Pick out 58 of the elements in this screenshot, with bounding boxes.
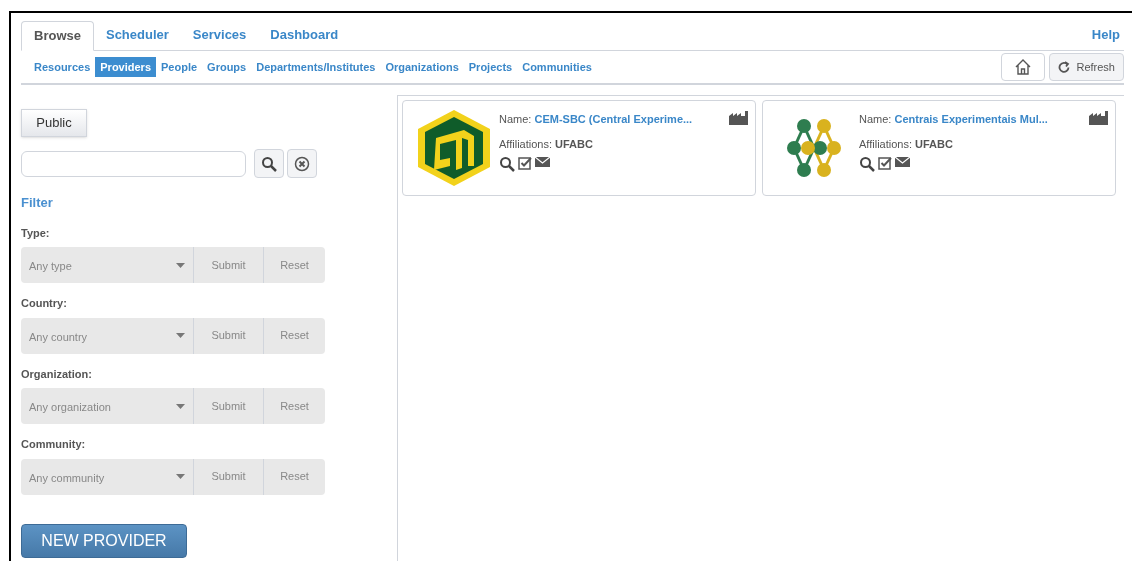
filter-label: Organization: <box>21 366 93 382</box>
search-button[interactable] <box>254 149 284 178</box>
filter-select[interactable]: Any type <box>21 247 194 283</box>
envelope-icon[interactable] <box>895 156 910 168</box>
filter-select[interactable]: Any country <box>21 317 194 354</box>
refresh-icon <box>1058 61 1071 73</box>
provider-affiliations: Affiliations: UFABC <box>859 136 954 152</box>
submit-button[interactable]: Submit <box>194 458 264 495</box>
envelope-icon[interactable] <box>535 156 550 168</box>
checkbox-icon[interactable] <box>518 156 532 170</box>
reset-button[interactable]: Reset <box>264 458 325 495</box>
subnav-tab[interactable]: Projects <box>463 56 518 78</box>
search-icon[interactable] <box>261 155 277 172</box>
subnav-tab[interactable]: Providers <box>95 56 156 78</box>
filter-label: Community: <box>21 437 87 452</box>
nav-tab[interactable]: Scheduler <box>93 20 181 50</box>
filter-label: Country: <box>21 296 68 311</box>
submit-button[interactable]: Submit <box>194 247 264 283</box>
reset-button[interactable]: Reset <box>264 317 325 354</box>
filter-label: Type: <box>21 225 51 241</box>
subnav-tab[interactable]: People <box>156 56 203 78</box>
provider-name: Name: Centrais Experimentais Mul... <box>859 112 1048 127</box>
hexagon-logo-icon <box>416 108 492 188</box>
subnav-tab[interactable]: Resources <box>29 56 96 78</box>
subnav-tab[interactable]: Groups <box>202 56 252 78</box>
filter-heading: Filter <box>21 194 54 212</box>
caret-icon <box>176 333 185 338</box>
search-field[interactable] <box>21 150 246 177</box>
factory-icon <box>729 111 749 125</box>
provider-affiliations: Affiliations: UFABC <box>499 136 594 152</box>
new-provider-button[interactable]: NEW PROVIDER <box>21 523 187 558</box>
home-icon <box>1014 58 1033 76</box>
reset-button[interactable]: Reset <box>264 388 325 424</box>
subnav-tab[interactable]: Communities <box>517 56 597 78</box>
reset-button[interactable]: Reset <box>264 247 325 283</box>
nav-tab[interactable]: Dashboard <box>258 20 351 50</box>
caret-icon <box>176 262 185 268</box>
submit-button[interactable]: Submit <box>194 317 264 354</box>
clear-button[interactable] <box>287 149 317 178</box>
factory-icon <box>1089 111 1109 125</box>
public-button[interactable]: Public <box>21 109 87 137</box>
refresh-button[interactable]: Refresh <box>1049 53 1124 81</box>
filter-select[interactable]: Any community <box>21 458 194 495</box>
subnav-tab[interactable]: Organizations <box>380 56 464 78</box>
caret-icon <box>176 474 185 479</box>
help-link[interactable]: Help <box>1091 24 1120 44</box>
caret-icon <box>176 403 185 409</box>
submit-button[interactable]: Submit <box>194 388 264 424</box>
nav-tab[interactable]: Services <box>180 20 259 50</box>
search-icon[interactable] <box>499 156 515 172</box>
home-button[interactable] <box>1001 53 1046 81</box>
checkbox-icon[interactable] <box>878 156 892 170</box>
provider-name: Name: CEM-SBC (Central Experime... <box>499 112 693 127</box>
search-icon[interactable] <box>859 156 875 172</box>
subnav-tab[interactable]: Departments/Institutes <box>251 56 381 78</box>
filter-select[interactable]: Any organization <box>21 388 194 424</box>
close-icon <box>294 155 310 172</box>
nav-tab[interactable]: Browse <box>21 21 94 51</box>
